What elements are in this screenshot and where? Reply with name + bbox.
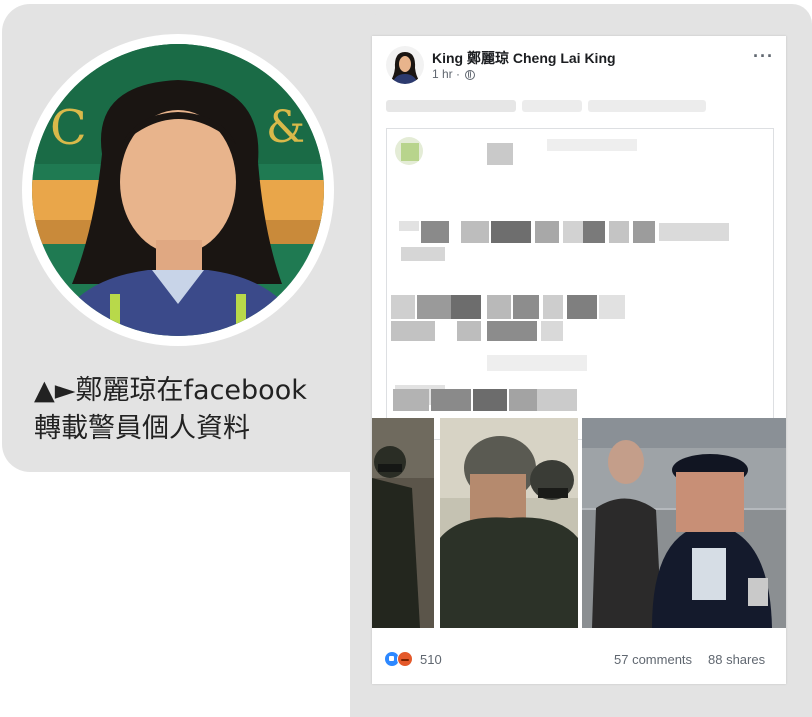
photo-3[interactable] <box>582 418 786 628</box>
caption-line-1: ▲►鄭麗琼在facebook <box>34 375 307 406</box>
globe-icon <box>465 70 476 80</box>
svg-text:C: C <box>50 100 87 156</box>
post-time-text: 1 hr · <box>432 67 461 81</box>
photo-caption: ▲►鄭麗琼在facebook 轉載警員個人資料 <box>34 372 364 448</box>
photo-1[interactable] <box>372 418 434 628</box>
caption-line-2: 轉載警員個人資料 <box>34 413 250 444</box>
photo-2[interactable] <box>440 418 578 628</box>
author-avatar[interactable] <box>386 46 424 84</box>
svg-text:&: & <box>266 102 305 153</box>
angry-icon[interactable] <box>397 651 413 667</box>
profile-photo: C & <box>32 44 324 336</box>
shared-content-redacted <box>386 128 774 440</box>
post-header: King 鄭麗琼 Cheng Lai King 1 hr · ··· <box>372 36 786 96</box>
post-photos[interactable] <box>372 418 786 628</box>
post-time[interactable]: 1 hr · <box>432 67 476 81</box>
post-footer: 510 57 comments 88 shares <box>384 648 776 672</box>
article-image: C & ▲►鄭麗琼在facebook 轉載警員個人資料 King 鄭麗琼 Che… <box>0 0 812 717</box>
shares-count[interactable]: 88 shares <box>708 652 765 667</box>
author-name[interactable]: King 鄭麗琼 Cheng Lai King <box>432 48 616 68</box>
comments-count[interactable]: 57 comments <box>614 652 692 667</box>
facebook-post: King 鄭麗琼 Cheng Lai King 1 hr · ··· 510 5… <box>372 36 786 684</box>
reaction-count[interactable]: 510 <box>420 652 442 667</box>
more-options-icon[interactable]: ··· <box>753 46 774 67</box>
